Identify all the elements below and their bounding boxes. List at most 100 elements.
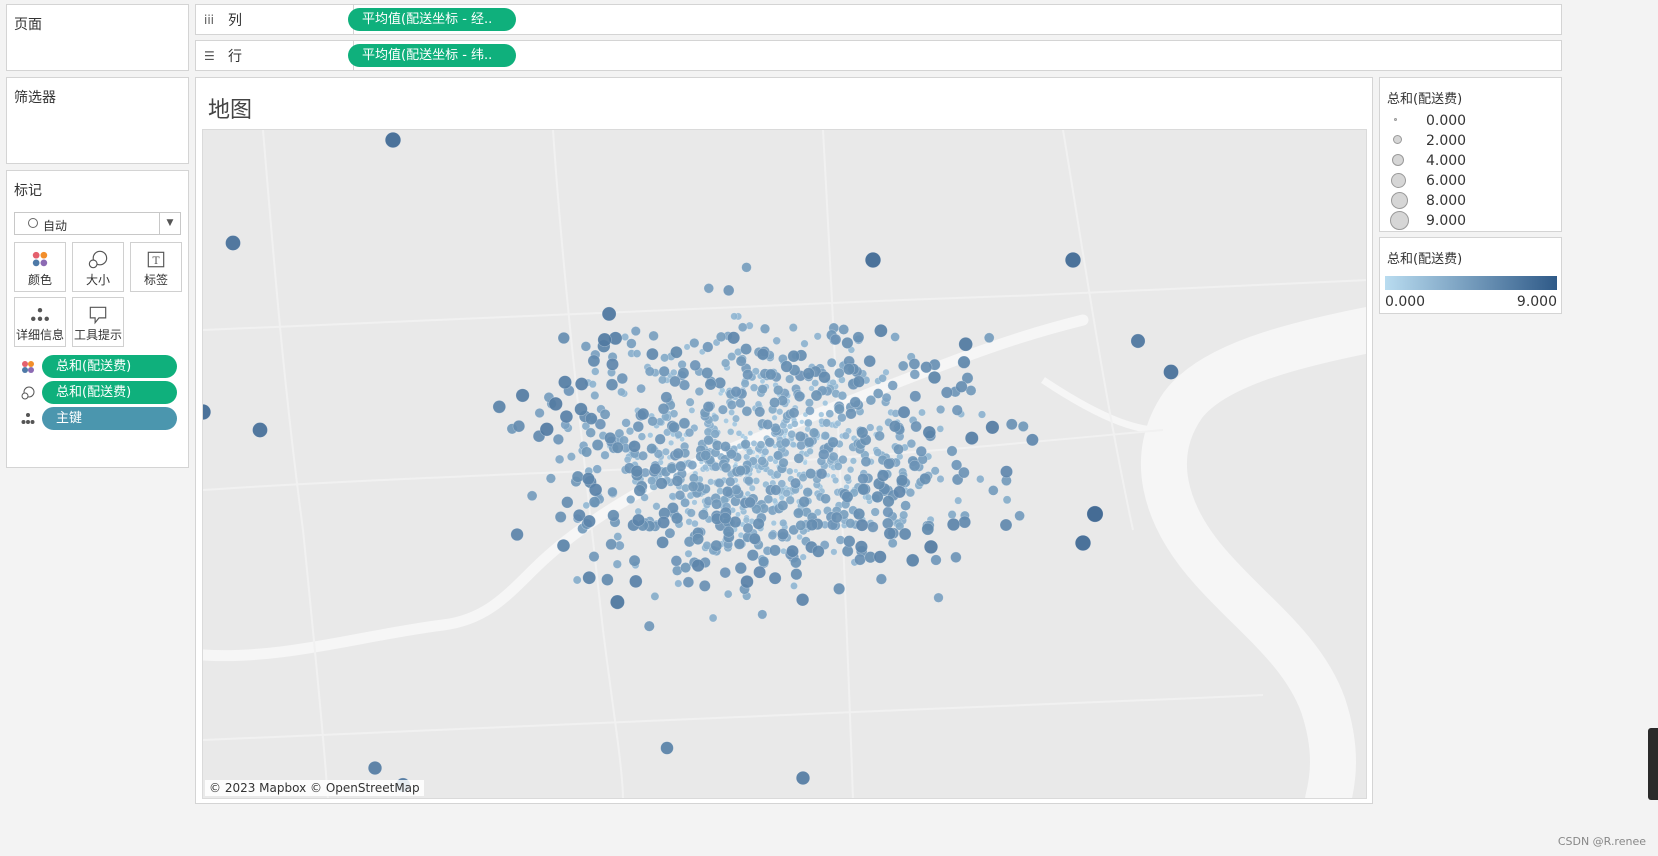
map-point[interactable] <box>717 404 728 415</box>
map-point[interactable] <box>740 439 751 450</box>
map-point[interactable] <box>585 427 596 438</box>
map-point[interactable] <box>795 519 807 531</box>
map-point[interactable] <box>720 358 731 368</box>
map-point[interactable] <box>556 538 571 553</box>
map-point[interactable] <box>837 412 847 423</box>
map-point[interactable] <box>815 468 828 480</box>
map-point[interactable] <box>846 466 855 474</box>
map-point[interactable] <box>632 349 642 358</box>
map-point[interactable] <box>1064 251 1082 269</box>
map-point[interactable] <box>780 437 791 448</box>
map-point[interactable] <box>897 405 911 419</box>
map-point[interactable] <box>752 517 765 530</box>
map-point[interactable] <box>601 573 614 586</box>
map-point[interactable] <box>702 341 714 353</box>
map-point[interactable] <box>580 341 592 352</box>
map-point[interactable] <box>722 525 735 538</box>
map-point[interactable] <box>636 407 650 421</box>
map-point[interactable] <box>813 332 822 341</box>
map-point[interactable] <box>779 518 788 528</box>
map-point[interactable] <box>747 430 754 436</box>
map-point[interactable] <box>915 445 927 458</box>
map-point[interactable] <box>977 410 987 419</box>
map-point[interactable] <box>899 510 909 520</box>
map-point[interactable] <box>590 390 600 400</box>
map-point[interactable] <box>704 378 717 391</box>
map-point[interactable] <box>985 420 1000 435</box>
map-point[interactable] <box>777 499 789 511</box>
detail-field-pill[interactable]: 主键 <box>42 407 177 430</box>
map-point[interactable] <box>646 347 659 361</box>
map-point[interactable] <box>828 451 839 462</box>
map-point[interactable] <box>804 398 814 408</box>
map-point[interactable] <box>873 550 887 564</box>
map-point[interactable] <box>987 485 999 496</box>
map-point[interactable] <box>625 426 635 436</box>
map-point[interactable] <box>752 477 761 485</box>
map-point[interactable] <box>843 473 852 482</box>
map-point[interactable] <box>923 539 939 555</box>
map-point[interactable] <box>384 131 402 149</box>
map-point[interactable] <box>790 581 798 590</box>
map-point[interactable] <box>689 337 700 349</box>
map-point[interactable] <box>719 566 731 579</box>
map-point[interactable] <box>664 527 676 539</box>
map-point[interactable] <box>660 353 670 363</box>
map-point[interactable] <box>795 593 810 607</box>
map-point[interactable] <box>740 575 754 589</box>
map-point[interactable] <box>628 440 641 453</box>
map-point[interactable] <box>906 438 917 449</box>
map-point[interactable] <box>680 562 692 574</box>
map-point[interactable] <box>581 446 593 458</box>
map-point[interactable] <box>1000 465 1013 479</box>
map-point[interactable] <box>674 490 686 501</box>
map-point[interactable] <box>571 470 584 483</box>
map-point[interactable] <box>628 554 641 567</box>
map-point[interactable] <box>852 331 865 344</box>
map-point[interactable] <box>741 262 752 273</box>
map-point[interactable] <box>691 499 698 506</box>
map-point[interactable] <box>588 551 600 563</box>
map-point[interactable] <box>689 359 701 372</box>
map-point[interactable] <box>910 420 922 433</box>
map-point[interactable] <box>849 396 862 409</box>
map-point[interactable] <box>756 440 766 450</box>
map-point[interactable] <box>798 495 811 508</box>
map-point[interactable] <box>793 507 804 519</box>
map-point[interactable] <box>735 398 746 409</box>
map-point[interactable] <box>770 520 777 527</box>
map-point[interactable] <box>788 407 800 419</box>
map-point[interactable] <box>607 509 620 522</box>
map-point[interactable] <box>661 447 670 456</box>
map-point[interactable] <box>670 512 683 525</box>
map-point[interactable] <box>735 355 747 367</box>
map-point[interactable] <box>605 378 619 391</box>
pages-panel[interactable]: 页面 <box>6 4 189 71</box>
map-point[interactable] <box>771 414 778 421</box>
map-point[interactable] <box>893 485 906 499</box>
map-point[interactable] <box>876 469 890 482</box>
map-point[interactable] <box>773 384 784 396</box>
map-points[interactable] <box>203 131 1179 793</box>
map-point[interactable] <box>728 409 735 416</box>
map-point[interactable] <box>873 448 883 457</box>
map-point[interactable] <box>918 408 926 417</box>
map-point[interactable] <box>678 417 691 430</box>
map-point[interactable] <box>833 403 845 415</box>
map-point[interactable] <box>582 501 591 510</box>
map-point[interactable] <box>820 431 830 441</box>
map-point[interactable] <box>604 431 617 445</box>
map-point[interactable] <box>770 484 782 496</box>
map-point[interactable] <box>612 559 622 569</box>
map-point[interactable] <box>621 333 630 342</box>
map-point[interactable] <box>591 439 604 451</box>
map-point[interactable] <box>753 565 766 579</box>
map-point[interactable] <box>684 549 693 558</box>
map-point[interactable] <box>776 528 789 541</box>
map-canvas[interactable] <box>203 130 1367 799</box>
color-field-pill[interactable]: 总和(配送费) <box>42 355 177 378</box>
map-point[interactable] <box>905 487 916 498</box>
map-point[interactable] <box>892 443 904 455</box>
map-point[interactable] <box>725 476 736 487</box>
map-point[interactable] <box>951 404 963 416</box>
